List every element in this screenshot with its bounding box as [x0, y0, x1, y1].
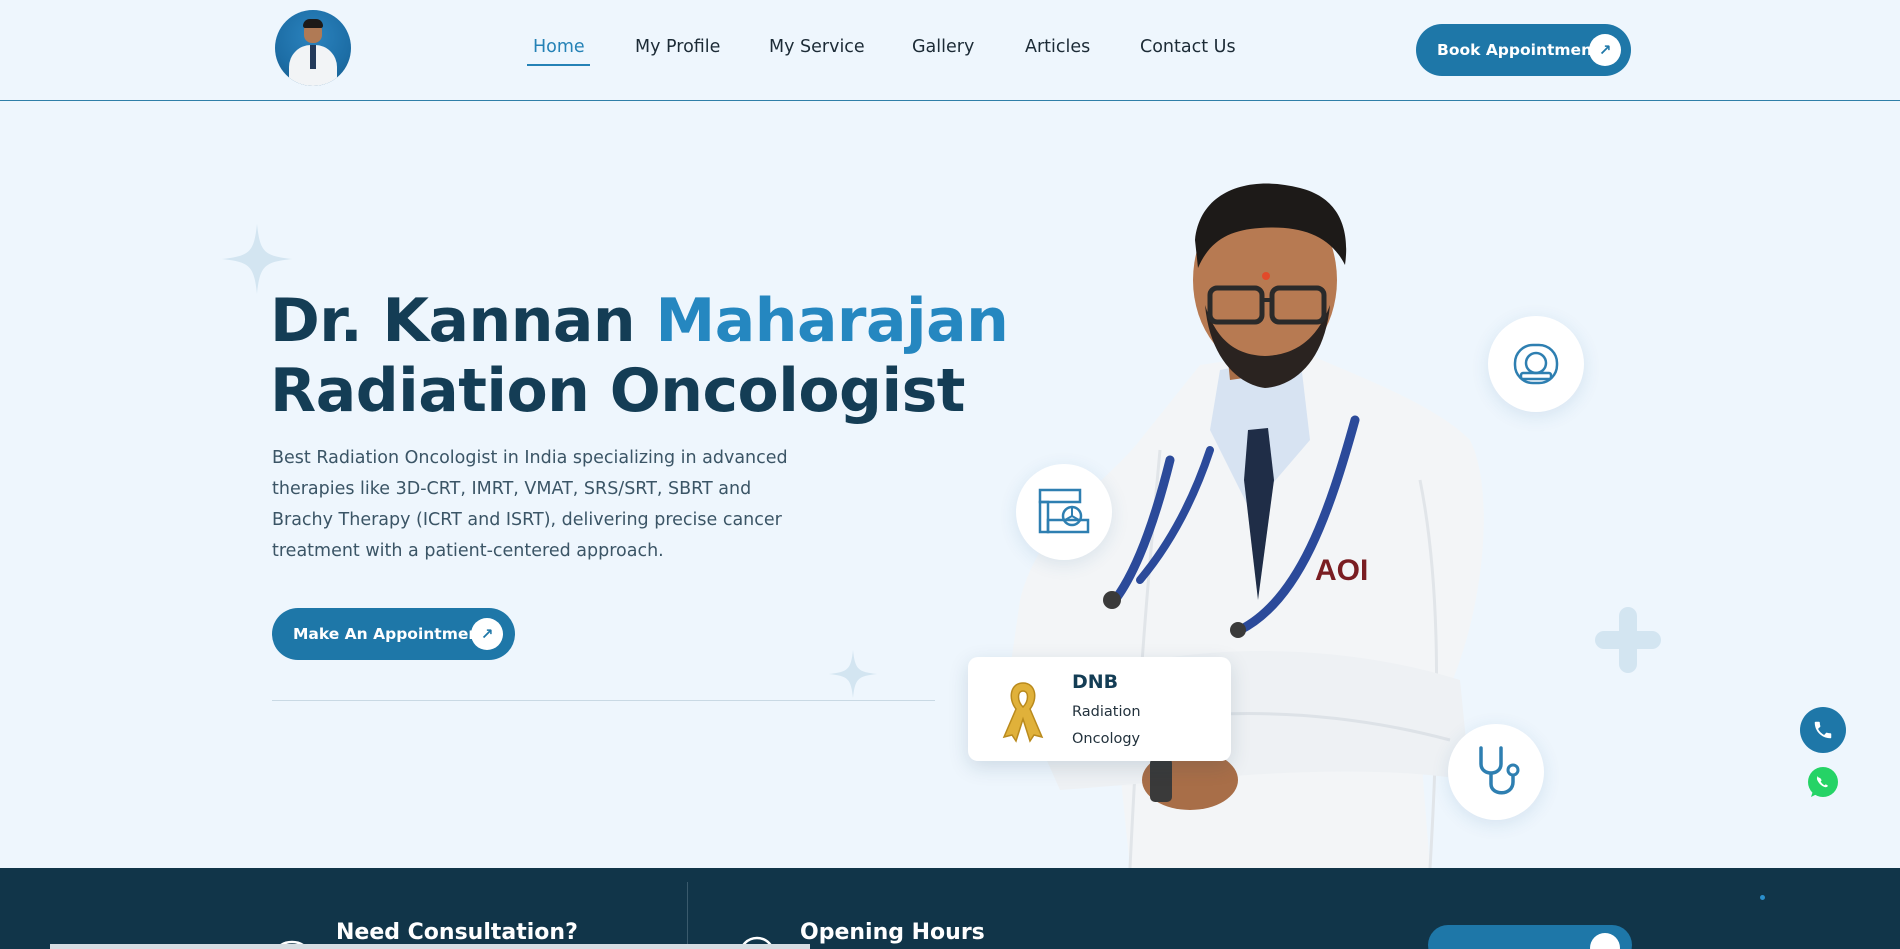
- nav-active-underline: [527, 64, 590, 66]
- mri-scanner-badge: [1488, 316, 1584, 412]
- call-button[interactable]: [1800, 707, 1846, 753]
- whatsapp-icon: [1808, 767, 1838, 797]
- nav-my-service[interactable]: My Service: [769, 37, 865, 57]
- nav-articles[interactable]: Articles: [1025, 37, 1090, 57]
- dnb-subtitle-line2: Oncology: [1072, 731, 1141, 747]
- nav-home[interactable]: Home: [533, 37, 585, 57]
- nav-my-profile[interactable]: My Profile: [635, 37, 720, 57]
- avatar-hair: [303, 19, 323, 28]
- plus-decoration-icon: [1595, 607, 1661, 673]
- need-consultation-title: Need Consultation?: [336, 920, 578, 945]
- radiation-machine-icon: [1038, 488, 1090, 534]
- radiation-machine-badge: [1016, 464, 1112, 560]
- info-strip-separator: [687, 882, 688, 949]
- make-appointment-button[interactable]: Make An Appointment ↗: [272, 608, 515, 660]
- sparkle-icon: [222, 224, 292, 294]
- dnb-subtitle-line1: Radiation: [1072, 704, 1141, 720]
- hero-title-accent: Maharajan: [655, 286, 1009, 356]
- stethoscope-badge: [1448, 724, 1544, 820]
- hero-title: Dr. Kannan Maharajan Radiation Oncologis…: [270, 286, 1009, 426]
- arrow-up-right-icon: ↗: [1589, 34, 1621, 66]
- hero-title-role: Radiation Oncologist: [270, 356, 965, 426]
- book-appointment-button[interactable]: Book Appointment ↗: [1416, 24, 1631, 76]
- sparkle-small-icon: [829, 650, 877, 698]
- hero-title-name: Dr. Kannan: [270, 286, 656, 356]
- whatsapp-button[interactable]: [1800, 760, 1846, 806]
- opening-hours-title: Opening Hours: [800, 920, 985, 945]
- mri-scanner-icon: [1513, 343, 1559, 385]
- book-appointment-label: Book Appointment: [1437, 41, 1600, 59]
- gold-ribbon-icon: [1002, 682, 1044, 743]
- horizontal-scrollbar[interactable]: [50, 944, 810, 949]
- stethoscope-icon: [1479, 746, 1520, 795]
- make-appointment-label: Make An Appointment: [293, 625, 487, 643]
- hero-description: Best Radiation Oncologist in India speci…: [272, 448, 788, 561]
- dnb-title: DNB: [1072, 671, 1119, 693]
- site-header: Home My Profile My Service Gallery Artic…: [0, 0, 1900, 101]
- phone-icon: [1814, 721, 1832, 739]
- arrow-up-right-icon: [1590, 933, 1620, 949]
- nav-contact-us[interactable]: Contact Us: [1140, 37, 1236, 57]
- strip-action-button[interactable]: [1428, 925, 1632, 949]
- nav-gallery[interactable]: Gallery: [912, 37, 974, 57]
- dnb-subtitle: Radiation Oncology: [1072, 699, 1141, 753]
- coat-logo-text: AOI: [1315, 554, 1368, 587]
- hero-divider: [272, 700, 935, 701]
- dnb-credential-card: DNB Radiation Oncology: [968, 657, 1231, 761]
- scroll-indicator-dot: [1760, 895, 1765, 900]
- arrow-up-right-icon: ↗: [471, 618, 503, 650]
